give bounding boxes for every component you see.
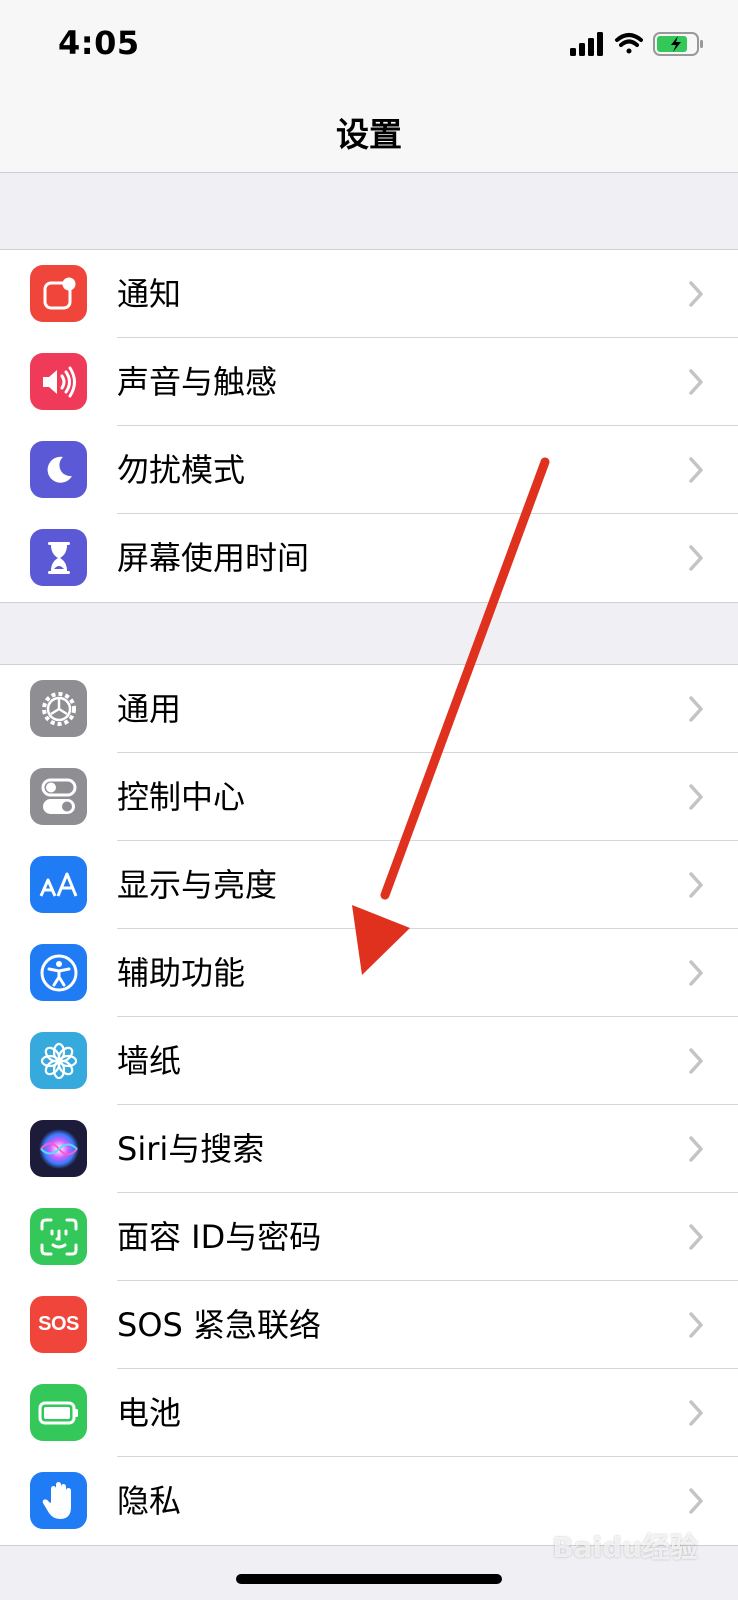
home-indicator[interactable]: [236, 1574, 502, 1584]
chevron-right-icon: [689, 545, 703, 571]
settings-row-emergency-sos[interactable]: SOS SOS 紧急联络: [0, 1281, 738, 1369]
settings-row-general[interactable]: 通用: [0, 665, 738, 753]
settings-row-wallpaper[interactable]: 墙纸: [0, 1017, 738, 1105]
settings-row-screen-time[interactable]: 屏幕使用时间: [0, 514, 738, 602]
sos-icon-text: SOS: [38, 1313, 79, 1335]
chevron-right-icon: [689, 1048, 703, 1074]
text-size-icon: [30, 856, 87, 913]
settings-row-label: Siri与搜索: [117, 1130, 265, 1168]
sounds-icon: [30, 353, 87, 410]
hourglass-icon: [30, 529, 87, 586]
navigation-bar: 设置: [0, 90, 738, 173]
settings-row-label: SOS 紧急联络: [117, 1306, 321, 1344]
chevron-right-icon: [689, 369, 703, 395]
chevron-right-icon: [689, 784, 703, 810]
settings-row-battery[interactable]: 电池: [0, 1369, 738, 1457]
chevron-right-icon: [689, 457, 703, 483]
settings-group-1: 通知 声音与触感 勿扰模式 屏幕使用时间: [0, 249, 738, 603]
notifications-icon: [30, 265, 87, 322]
settings-row-siri[interactable]: Siri与搜索: [0, 1105, 738, 1193]
chevron-right-icon: [689, 872, 703, 898]
page-title: 设置: [336, 115, 402, 154]
signal-icon: [570, 32, 603, 56]
settings-row-label: 隐私: [117, 1482, 182, 1520]
gear-icon: [30, 680, 87, 737]
settings-row-do-not-disturb[interactable]: 勿扰模式: [0, 426, 738, 514]
settings-row-label: 声音与触感: [117, 363, 278, 401]
settings-row-label: 控制中心: [117, 778, 246, 816]
settings-row-accessibility[interactable]: 辅助功能: [0, 929, 738, 1017]
settings-row-label: 墙纸: [117, 1042, 182, 1080]
settings-row-label: 辅助功能: [117, 954, 246, 992]
chevron-right-icon: [689, 1488, 703, 1514]
watermark: Baidu经验: [552, 1531, 698, 1564]
settings-row-control-center[interactable]: 控制中心: [0, 753, 738, 841]
settings-row-label: 面容 ID与密码: [117, 1218, 322, 1256]
settings-row-label: 显示与亮度: [117, 866, 278, 904]
chevron-right-icon: [689, 281, 703, 307]
status-bar: 4:05: [0, 0, 738, 90]
battery-icon: [30, 1384, 87, 1441]
sos-icon: SOS: [30, 1296, 87, 1353]
settings-row-display[interactable]: 显示与亮度: [0, 841, 738, 929]
moon-icon: [30, 441, 87, 498]
chevron-right-icon: [689, 1224, 703, 1250]
settings-group-2: 通用 控制中心 显示与亮度 辅助功能 墙纸 Siri与搜索 面容 ID与密码 S…: [0, 664, 738, 1546]
wifi-icon: [615, 33, 643, 54]
settings-row-notifications[interactable]: 通知: [0, 250, 738, 338]
settings-row-face-id[interactable]: 面容 ID与密码: [0, 1193, 738, 1281]
settings-row-label: 屏幕使用时间: [117, 539, 310, 577]
chevron-right-icon: [689, 1400, 703, 1426]
accessibility-icon: [30, 944, 87, 1001]
settings-row-label: 电池: [117, 1394, 182, 1432]
flower-icon: [30, 1032, 87, 1089]
chevron-right-icon: [689, 696, 703, 722]
settings-row-label: 通用: [117, 690, 182, 728]
siri-icon: [30, 1120, 87, 1177]
chevron-right-icon: [689, 1312, 703, 1338]
status-icons: [570, 30, 710, 58]
settings-row-sounds[interactable]: 声音与触感: [0, 338, 738, 426]
chevron-right-icon: [689, 1136, 703, 1162]
toggles-icon: [30, 768, 87, 825]
settings-row-label: 勿扰模式: [117, 451, 246, 489]
status-time: 4:05: [58, 24, 140, 62]
chevron-right-icon: [689, 960, 703, 986]
settings-row-label: 通知: [117, 275, 182, 313]
battery-charging-icon: [653, 32, 703, 56]
face-id-icon: [30, 1208, 87, 1265]
hand-icon: [30, 1472, 87, 1529]
